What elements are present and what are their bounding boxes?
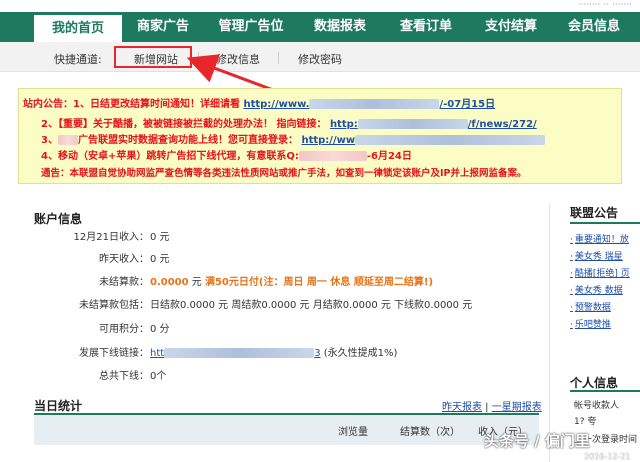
column-divider bbox=[549, 204, 550, 462]
account-key: 发展下线链接： bbox=[79, 348, 149, 359]
notice-line-2: 2、【重要】关于酷播，被被链接被拦截的处理办法！ 指向链接： bbox=[41, 119, 327, 130]
announcement-item[interactable]: 美女秀 数据 bbox=[570, 283, 630, 300]
notice-line-3: 广告联盟实时数据查询功能上线！您可直接登录： bbox=[77, 135, 298, 146]
nav-tab-manage-ad-slots[interactable]: 管理广告位 bbox=[204, 12, 298, 42]
add-site-link[interactable]: 新增网站 bbox=[134, 51, 178, 67]
unsettled-note: 满50元日付(注：周日 周一 休息 顺延至周二结算!) bbox=[204, 277, 434, 288]
announcement-item[interactable]: 预警数据 bbox=[570, 300, 630, 317]
blurred-text bbox=[309, 99, 440, 109]
total-downlines-value: 0个 bbox=[150, 371, 167, 382]
daily-stats-title: 当日统计 bbox=[34, 399, 83, 413]
blurred-text bbox=[57, 135, 78, 145]
personal-title-bar bbox=[570, 390, 640, 392]
nav-tab-member-info[interactable]: 会员信息 bbox=[552, 12, 636, 42]
unsettled-unit: 元 bbox=[191, 277, 202, 288]
announcement-item[interactable]: 美女秀 瑞星 bbox=[570, 249, 630, 266]
account-key: 12月21日收入： bbox=[73, 232, 149, 243]
notice-line-5: 通告：本联盟自觉协助网监严查色情等各类违法性质网站或推广手法，如查到一律锁定该账… bbox=[41, 168, 527, 179]
stats-table-header: 浏览量 结算数（次） 收入（元） bbox=[34, 415, 539, 445]
notice-link-2[interactable]: http: bbox=[330, 119, 358, 130]
quick-access-bar: 快捷通道: 新增网站 修改信息 修改密码 bbox=[0, 42, 640, 72]
notice-line-4: 4、移动（安卓+苹果）跳转广告招下线代理，有意联系Q: bbox=[41, 151, 299, 162]
notice-prefix: 站内公告： bbox=[23, 99, 73, 110]
announcement-item[interactable]: 乐吧赞推 bbox=[570, 317, 630, 334]
nav-tab-merchant-ads[interactable]: 商家广告 bbox=[122, 12, 204, 42]
main-nav: 我的首页 商家广告 管理广告位 数据报表 查看订单 支付结算 会员信息 bbox=[0, 12, 640, 42]
account-key: 昨天收入： bbox=[99, 254, 149, 265]
top-strip: ········ ·· ······· bbox=[0, 0, 640, 12]
announcement-item[interactable]: 酷播[拒绝] 页 bbox=[570, 266, 630, 283]
announcement-list: 重要通知！放 美女秀 瑞星 酷播[拒绝] 页 美女秀 数据 预警数据 乐吧赞推 bbox=[570, 232, 630, 334]
personal-row: 帐号收款人 bbox=[574, 401, 620, 411]
today-income-value: 0 元 bbox=[150, 232, 170, 243]
blurred-text bbox=[164, 348, 315, 358]
account-title: 账户信息 bbox=[34, 212, 83, 226]
yesterday-income-value: 0 元 bbox=[150, 254, 170, 265]
blurred-text bbox=[355, 135, 546, 145]
column-header: 结算数（次） bbox=[400, 427, 460, 438]
divider bbox=[278, 52, 279, 64]
referral-note: (永久性提成1%) bbox=[323, 348, 398, 359]
personal-row: 1? 夸 bbox=[574, 417, 597, 427]
notice-link-1[interactable]: http://www. bbox=[243, 99, 309, 110]
week-report-link[interactable]: 一星期报表 bbox=[492, 402, 542, 413]
points-value: 0 分 bbox=[150, 324, 170, 335]
blurred-text bbox=[298, 151, 367, 161]
stats-links: 昨天报表 | 一星期报表 bbox=[442, 402, 542, 413]
divider bbox=[198, 52, 199, 64]
nav-tab-home[interactable]: 我的首页 bbox=[34, 12, 122, 42]
referral-link[interactable]: htt bbox=[150, 348, 164, 359]
edit-info-link[interactable]: 修改信息 bbox=[216, 51, 260, 67]
watermark: 头条号 / 偏门里 bbox=[484, 432, 590, 450]
personal-info-title: 个人信息 bbox=[570, 376, 619, 390]
unsettled-amount: 0.0000 bbox=[150, 277, 189, 288]
notice-link-1-suffix[interactable]: /-07月15日 bbox=[439, 99, 495, 110]
sidebar-title-bar bbox=[570, 222, 640, 224]
notice-line-4-suffix: -6月24日 bbox=[366, 151, 412, 162]
account-key: 可用积分： bbox=[99, 324, 149, 335]
announcement-item[interactable]: 重要通知！放 bbox=[570, 232, 630, 249]
column-header: 浏览量 bbox=[338, 427, 368, 438]
announcement-box: 站内公告：1、日结更改结算时间通知！详细请看 http://www. /-07月1… bbox=[18, 88, 622, 184]
notice-line-3-num: 3、 bbox=[41, 135, 58, 146]
user-info-text: ········ ·· ······· bbox=[577, 0, 632, 10]
account-key: 未结算款： bbox=[99, 277, 149, 288]
notice-link-2-suffix[interactable]: /f/news/272/ bbox=[468, 119, 537, 130]
change-password-link[interactable]: 修改密码 bbox=[298, 51, 342, 67]
quick-access-label: 快捷通道: bbox=[54, 53, 102, 66]
announcements-sidebar: 联盟公告 重要通知！放 美女秀 瑞星 酷播[拒绝] 页 美女秀 数据 预警数据 … bbox=[560, 204, 640, 330]
watermark-date: 2016-12-21 bbox=[584, 452, 631, 461]
blurred-text bbox=[357, 119, 468, 129]
yesterday-report-link[interactable]: 昨天报表 bbox=[442, 402, 482, 413]
nav-tab-payment[interactable]: 支付结算 bbox=[470, 12, 552, 42]
nav-tab-reports[interactable]: 数据报表 bbox=[298, 12, 382, 42]
notice-line-1: 1、日结更改结算时间通知！详细请看 bbox=[73, 99, 240, 110]
sidebar-title: 联盟公告 bbox=[570, 206, 619, 220]
referral-link-suffix[interactable]: 3 bbox=[314, 348, 320, 359]
unsettled-breakdown: 日结款0.0000 元 周结款0.0000 元 月结款0.0000 元 下线款0… bbox=[150, 300, 473, 311]
notice-link-3[interactable]: http://ww bbox=[301, 135, 355, 146]
nav-tab-orders[interactable]: 查看订单 bbox=[382, 12, 470, 42]
account-key: 总共下线： bbox=[99, 371, 149, 382]
account-key: 未结算款包括： bbox=[79, 300, 149, 311]
